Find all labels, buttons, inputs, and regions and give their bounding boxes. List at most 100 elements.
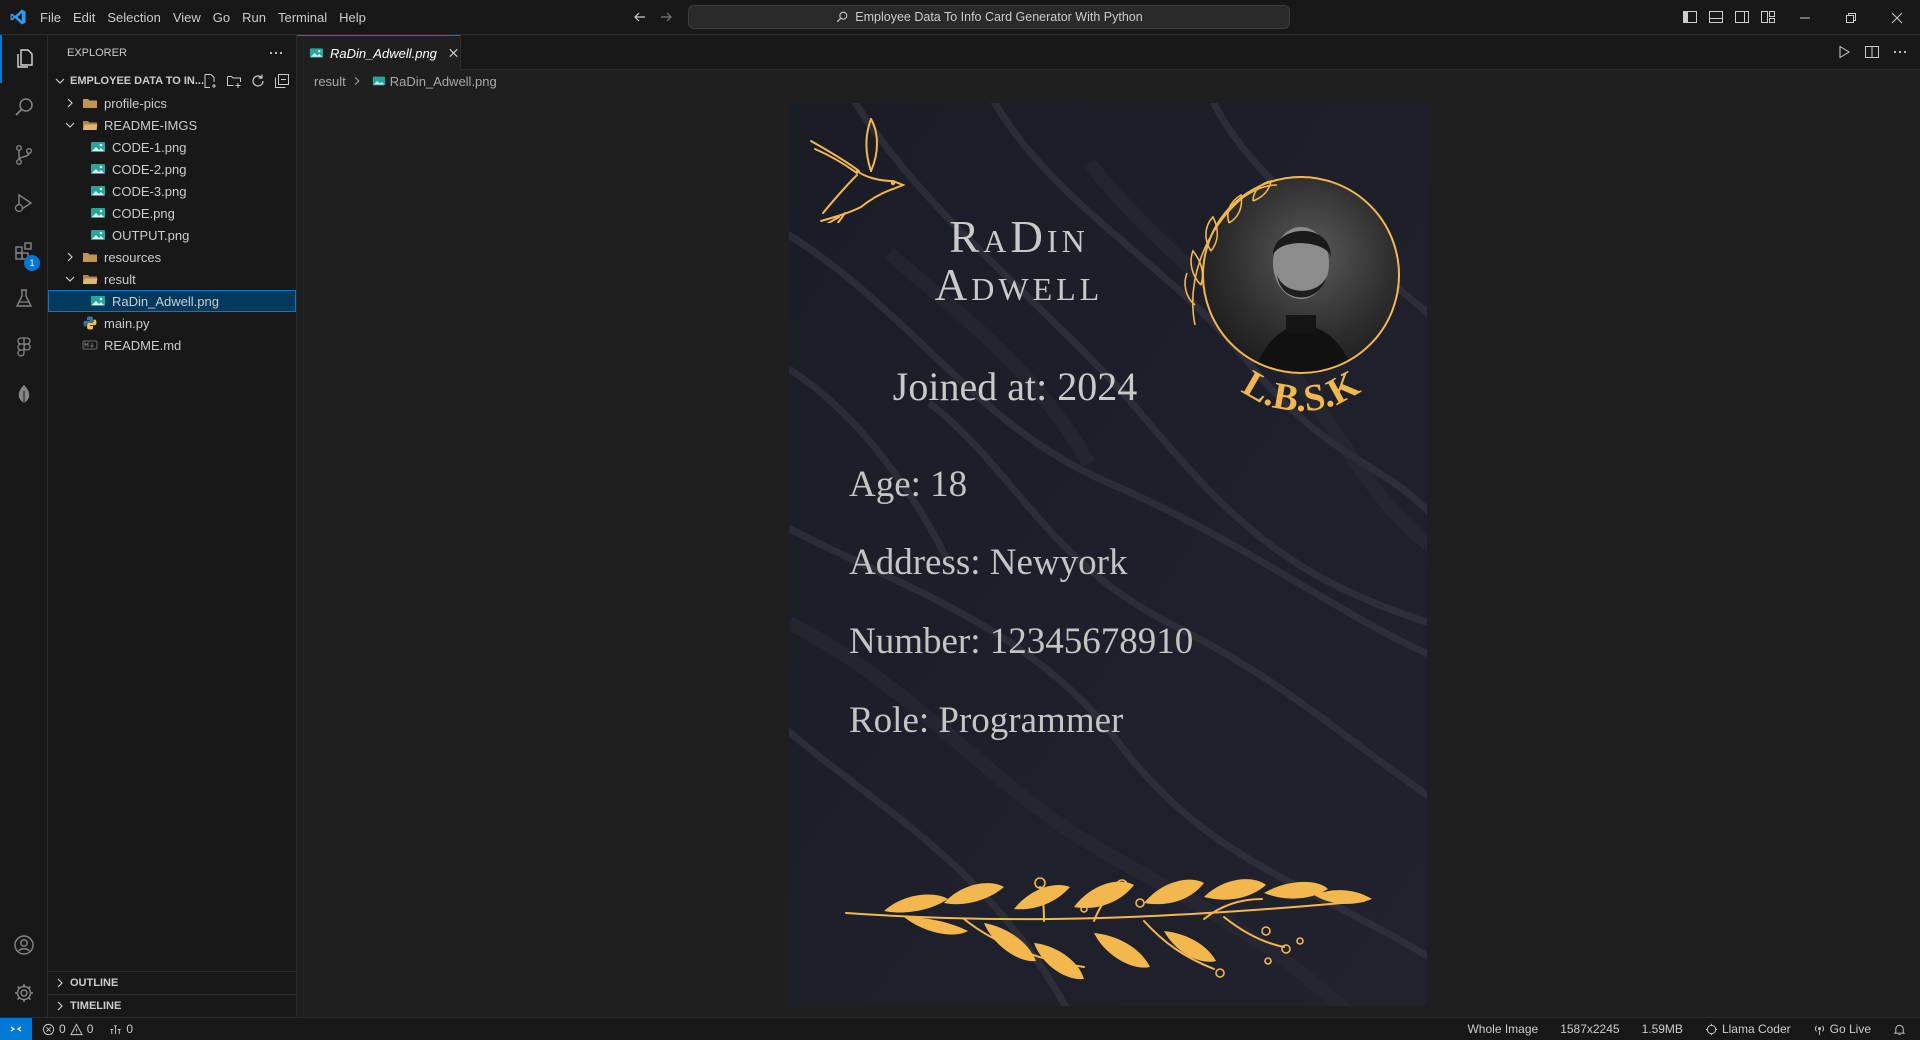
arrow-left-icon[interactable] xyxy=(632,9,648,25)
split-editor-icon[interactable] xyxy=(1864,44,1880,60)
close-icon xyxy=(1891,12,1903,23)
status-right: Whole Image 1587x2245 1.59MB Llama Coder… xyxy=(1445,1018,1906,1040)
tab-radin-adwell-png[interactable]: RaDin_Adwell.png xyxy=(297,35,461,70)
folder-icon xyxy=(83,99,97,108)
search-activity[interactable] xyxy=(0,83,48,131)
sidebar-bottom-sections: OUTLINE TIMELINE xyxy=(48,971,296,1017)
new-folder-icon[interactable] xyxy=(226,73,242,89)
name-last: Adwell xyxy=(934,260,1104,310)
arrow-right-icon[interactable] xyxy=(658,9,674,25)
number-field: Number: 12345678910 xyxy=(849,621,1194,662)
tree-item-code-3-png[interactable]: CODE-3.png xyxy=(48,180,296,202)
restore-button[interactable] xyxy=(1828,0,1874,35)
tree-item-readme-md[interactable]: README.md xyxy=(48,334,296,356)
toggle-secondary-sidebar-icon[interactable] xyxy=(1734,9,1750,25)
folder-icon xyxy=(83,253,97,262)
menu-view[interactable]: View xyxy=(167,0,207,35)
breadcrumb-folder[interactable]: result xyxy=(314,74,346,89)
image-dimensions: 1587x2245 xyxy=(1560,1022,1620,1036)
explorer-sidebar: EXPLORER EMPLOYEE DATA TO IN... profile-… xyxy=(48,35,297,1017)
outline-label: OUTLINE xyxy=(70,977,119,989)
run-debug-activity[interactable] xyxy=(0,179,48,227)
remote-icon xyxy=(10,1026,22,1032)
tree-item-main-py[interactable]: main.py xyxy=(48,312,296,334)
gear-icon xyxy=(15,984,33,1002)
image-file-icon xyxy=(91,186,105,196)
tree-item-code-1-png[interactable]: CODE-1.png xyxy=(48,136,296,158)
refresh-icon[interactable] xyxy=(250,73,266,89)
tree-item-code-2-png[interactable]: CODE-2.png xyxy=(48,158,296,180)
menu-edit[interactable]: Edit xyxy=(67,0,101,35)
toggle-panel-icon[interactable] xyxy=(1708,9,1724,25)
image-file-icon xyxy=(91,208,105,218)
tree-item-label: result xyxy=(104,271,136,287)
chevron-right-icon xyxy=(354,77,360,85)
remote-indicator[interactable] xyxy=(0,1018,32,1040)
command-center-label: Employee Data To Info Card Generator Wit… xyxy=(855,10,1143,24)
source-control-icon xyxy=(15,145,32,166)
menu-go[interactable]: Go xyxy=(207,0,236,35)
image-zoom-mode[interactable]: Whole Image xyxy=(1467,1022,1538,1036)
explorer-activity[interactable] xyxy=(0,35,48,83)
problems-indicator[interactable]: 0 0 0 xyxy=(42,1018,133,1040)
tree-item-radin-adwell-png[interactable]: RaDin_Adwell.png xyxy=(48,290,296,312)
tree-item-label: CODE-2.png xyxy=(112,161,187,177)
breadcrumb-file[interactable]: RaDin_Adwell.png xyxy=(390,74,497,89)
more-actions-icon[interactable] xyxy=(1892,44,1908,60)
tree-item-label: README-IMGS xyxy=(104,117,198,133)
go-live-label: Go Live xyxy=(1829,1022,1871,1036)
menu-bar: File Edit Selection View Go Run Terminal… xyxy=(34,0,372,35)
folder-open-icon xyxy=(83,275,98,284)
title-bar: File Edit Selection View Go Run Terminal… xyxy=(0,0,1920,35)
workspace-section-header[interactable]: EMPLOYEE DATA TO IN... xyxy=(48,70,296,92)
image-file-icon xyxy=(91,296,105,306)
llama-icon xyxy=(1705,1023,1718,1035)
outline-section-header[interactable]: OUTLINE xyxy=(48,971,296,994)
llama-coder-label: Llama Coder xyxy=(1721,1022,1791,1036)
toggle-primary-sidebar-icon[interactable] xyxy=(1682,9,1698,25)
menu-help[interactable]: Help xyxy=(333,0,372,35)
tree-item-readme-imgs[interactable]: README-IMGS xyxy=(48,114,296,136)
menu-run[interactable]: Run xyxy=(236,0,272,35)
testing-activity[interactable] xyxy=(0,275,48,323)
menu-selection[interactable]: Selection xyxy=(101,0,166,35)
image-file-icon xyxy=(309,48,324,58)
new-file-icon[interactable] xyxy=(202,73,218,89)
search-icon xyxy=(15,98,33,116)
customize-layout-icon[interactable] xyxy=(1760,9,1776,25)
tree-item-profile-pics[interactable]: profile-pics xyxy=(48,92,296,114)
tree-item-result[interactable]: result xyxy=(48,268,296,290)
close-tab-icon[interactable] xyxy=(447,46,460,60)
tree-item-resources[interactable]: resources xyxy=(48,246,296,268)
more-actions-icon[interactable] xyxy=(268,45,284,61)
tree-item-code-png[interactable]: CODE.png xyxy=(48,202,296,224)
timeline-section-header[interactable]: TIMELINE xyxy=(48,994,296,1017)
go-live-button[interactable]: Go Live xyxy=(1813,1022,1871,1036)
role-field: Role: Programmer xyxy=(849,700,1124,741)
accounts-activity[interactable] xyxy=(0,921,48,969)
chevron-right-icon xyxy=(57,1001,63,1011)
close-window-button[interactable] xyxy=(1874,0,1920,35)
settings-activity[interactable] xyxy=(0,969,48,1017)
chevron-right-icon xyxy=(57,978,63,988)
run-debug-icon xyxy=(14,193,33,213)
llama-coder-status[interactable]: Llama Coder xyxy=(1705,1022,1791,1036)
menu-terminal[interactable]: Terminal xyxy=(272,0,333,35)
breadcrumb: result RaDin_Adwell.png xyxy=(297,70,1920,92)
source-control-activity[interactable] xyxy=(0,131,48,179)
extensions-activity[interactable]: 1 xyxy=(0,227,48,275)
flask-icon xyxy=(15,289,33,307)
notifications-button[interactable] xyxy=(1893,1023,1906,1036)
markdown-file-icon xyxy=(82,340,98,350)
minimize-button[interactable] xyxy=(1782,0,1828,35)
tree-item-output-png[interactable]: OUTPUT.png xyxy=(48,224,296,246)
mongodb-activity[interactable] xyxy=(0,371,48,419)
ports-icon xyxy=(110,1024,121,1034)
collapse-all-icon[interactable] xyxy=(274,73,290,89)
command-center-search[interactable]: Employee Data To Info Card Generator Wit… xyxy=(688,5,1290,29)
menu-file[interactable]: File xyxy=(34,0,67,35)
tab-label: RaDin_Adwell.png xyxy=(329,45,437,61)
figma-activity[interactable] xyxy=(0,323,48,371)
chevron-down-icon xyxy=(65,122,75,128)
run-icon[interactable] xyxy=(1836,44,1852,60)
